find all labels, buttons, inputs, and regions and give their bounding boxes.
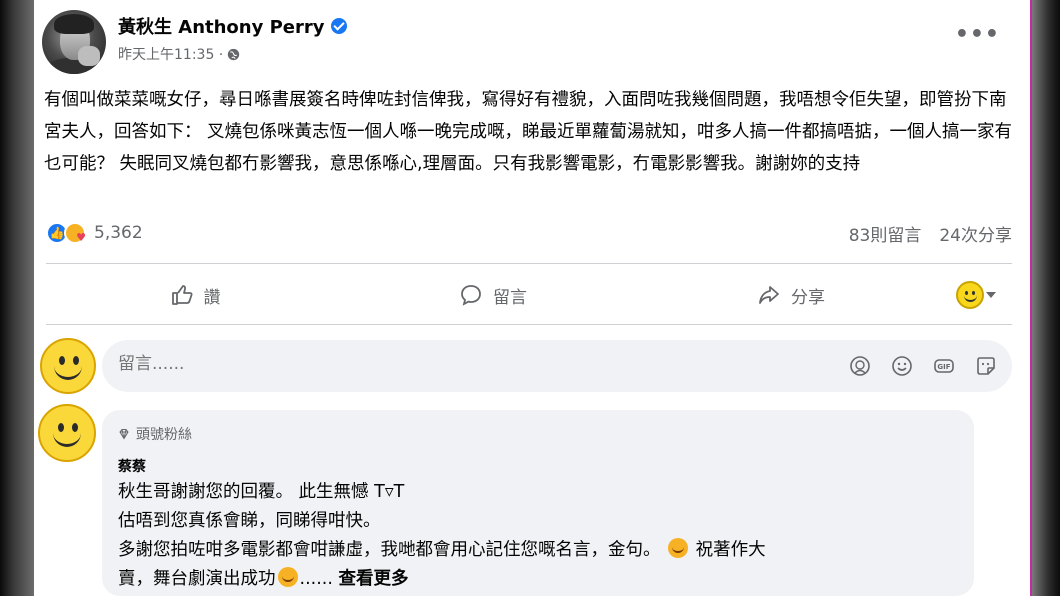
avatar-sticker-icon[interactable] (848, 354, 872, 378)
like-button[interactable]: 讚 (46, 283, 344, 308)
edge-line (1030, 0, 1032, 596)
action-bar: 讚 留言 分享 (46, 268, 1012, 322)
comment-label: 留言 (493, 287, 527, 308)
comment-button[interactable]: 留言 (344, 283, 642, 308)
caret-down-icon (986, 292, 996, 298)
author-name[interactable]: 黃秋生 Anthony Perry (118, 13, 325, 39)
thumbs-up-icon (171, 285, 192, 305)
smiley-icon (956, 281, 984, 309)
current-user-avatar[interactable] (40, 338, 96, 394)
comment-line: 多謝您拍咗咁多電影都會咁謙虛，我哋都會用心記住您嘅名言，金句。 祝著作大 (118, 536, 958, 565)
comment-bubble: 頭號粉絲 蔡蔡 秋生哥謝謝您的回覆。 此生無憾 T▿T 估唔到您真係會睇，同睇得… (102, 410, 974, 596)
post-text: 有個叫做菜菜嘅女仔，尋日喺書展簽名時俾咗封信俾我，寫得好有禮貌，入面問咗我幾個問… (44, 90, 1013, 174)
see-more-link[interactable]: 查看更多 (338, 569, 408, 589)
post-card: 黃秋生 Anthony Perry 昨天上午11:35 · ••• 有個叫做菜菜… (34, 0, 1030, 596)
more-options-button[interactable]: ••• (955, 22, 1000, 47)
comment-line: 估唔到您真係會睇，同睇得咁快。 (118, 511, 381, 531)
gif-icon[interactable]: GIF (932, 354, 956, 378)
reaction-count[interactable]: 5,362 (94, 223, 143, 243)
author-avatar[interactable] (42, 10, 106, 74)
post-meta: 昨天上午11:35 · (118, 44, 240, 64)
comment-text: 秋生哥謝謝您的回覆。 此生無憾 T▿T 估唔到您真係會睇，同睇得咁快。 多謝您拍… (118, 478, 958, 594)
svg-text:GIF: GIF (937, 363, 950, 371)
globe-icon (228, 48, 240, 60)
share-button[interactable]: 分享 (642, 283, 940, 308)
comment-line-tail: ...... (299, 569, 333, 589)
background-left (0, 0, 34, 596)
top-fan-badge[interactable]: 頭號粉絲 (118, 424, 192, 444)
comment-input[interactable] (118, 354, 718, 374)
background-right (1032, 0, 1060, 596)
comment-count[interactable]: 83則留言 (849, 221, 922, 246)
post-author[interactable]: 黃秋生 Anthony Perry (118, 13, 347, 39)
comment-line-text: 賣，舞台劇演出成功 (118, 569, 276, 589)
care-reaction-icon (64, 222, 86, 244)
comment-composer[interactable]: GIF (102, 340, 1012, 392)
like-label: 讚 (203, 287, 221, 308)
share-count[interactable]: 24次分享 (939, 221, 1012, 246)
comment-bubble-icon (461, 285, 481, 306)
comment-line: 秋生哥謝謝您的回覆。 此生無憾 T▿T (118, 482, 405, 502)
share-label: 分享 (791, 287, 825, 308)
reaction-picker-button[interactable] (940, 281, 1012, 309)
commenter-avatar[interactable] (38, 404, 96, 462)
comment-line-tail: 祝著作大 (695, 540, 766, 560)
emoji-icon[interactable] (890, 354, 914, 378)
comment-line-text: 多謝您拍咗咁多電影都會咁謙虛，我哋都會用心記住您嘅名言，金句。 (118, 540, 661, 560)
grinning-emoji-icon (668, 538, 689, 558)
diamond-icon (119, 429, 129, 440)
sticker-icon[interactable] (974, 354, 998, 378)
verified-badge-icon (330, 18, 347, 34)
smiling-emoji-icon (277, 567, 298, 587)
post-timestamp[interactable]: 昨天上午11:35 · (118, 44, 223, 64)
commenter-name[interactable]: 蔡蔡 (118, 456, 146, 476)
share-arrow-icon (759, 286, 779, 304)
post-stats: 👍 5,362 83則留言 24次分享 (46, 218, 1012, 248)
top-fan-label: 頭號粉絲 (136, 427, 192, 443)
divider-bottom (46, 324, 1012, 325)
comment-line: 賣，舞台劇演出成功...... 查看更多 (118, 565, 958, 594)
divider-top (46, 263, 1012, 264)
